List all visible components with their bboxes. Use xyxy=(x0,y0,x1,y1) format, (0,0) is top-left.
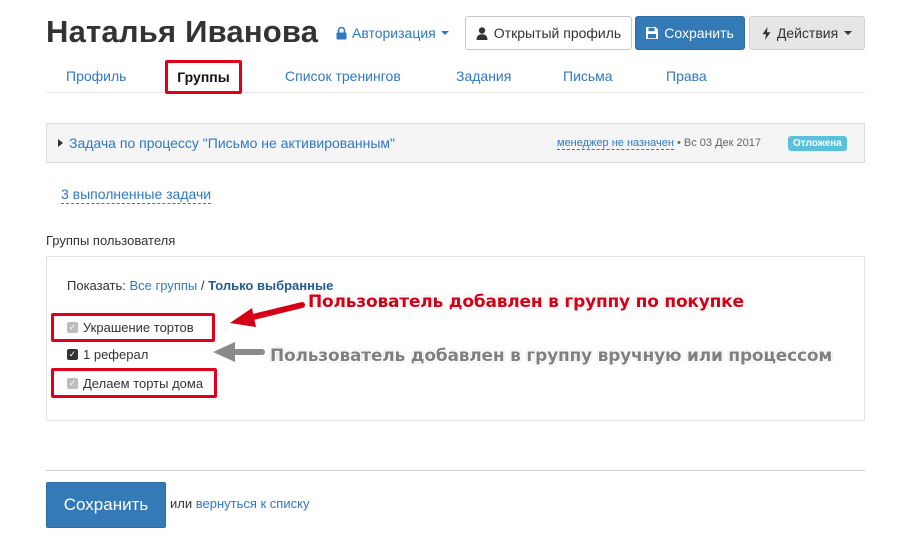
back-to-list-line: или вернуться к списку xyxy=(170,496,309,511)
back-to-list-link[interactable]: вернуться к списку xyxy=(196,496,310,511)
or-text: или xyxy=(170,496,193,511)
annotation-arrows xyxy=(213,302,305,362)
footer-divider xyxy=(46,470,865,471)
gray-arrow-icon xyxy=(213,342,265,362)
save-button-bottom[interactable]: Сохранить xyxy=(46,482,166,528)
annotation-manual: Пользователь добавлен в группу вручную и… xyxy=(270,346,833,366)
annotation-purchase: Пользователь добавлен в группу по покупк… xyxy=(308,292,744,312)
red-arrow-icon xyxy=(230,302,305,327)
